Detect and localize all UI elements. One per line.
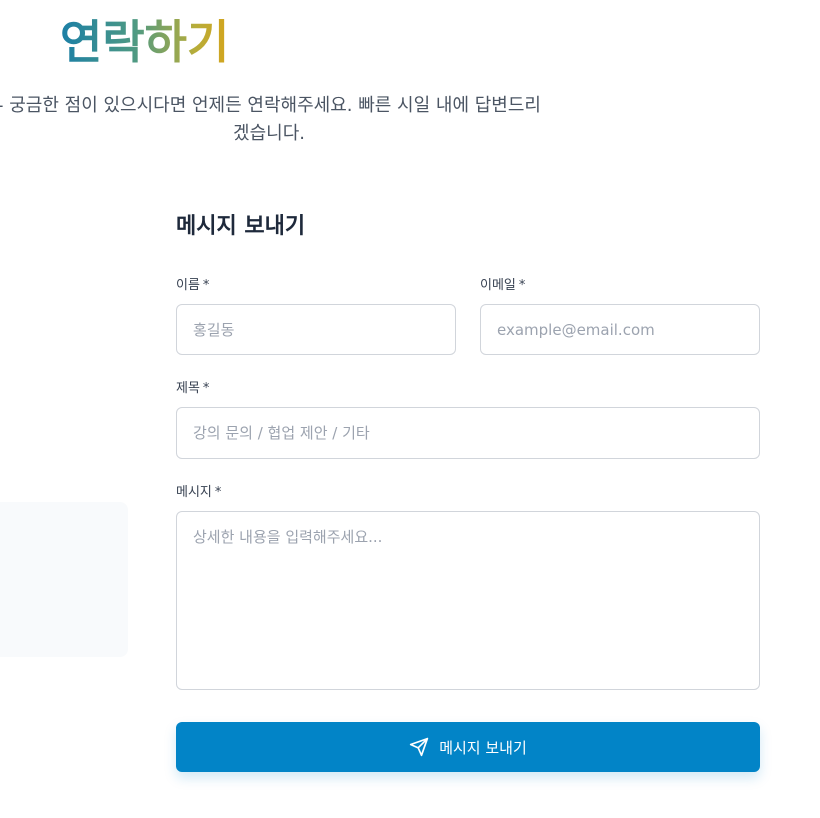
message-textarea[interactable] (176, 511, 760, 690)
intro-text: - 궁금한 점이 있으시다면 언제든 연락해주세요. 빠른 시일 내에 답변드리… (0, 95, 541, 144)
required-mark: * (202, 278, 210, 293)
send-button-label: 메시지 보내기 (439, 738, 527, 757)
required-mark: * (214, 485, 222, 500)
send-message-button[interactable]: 메시지 보내기 (176, 722, 760, 772)
send-icon (409, 737, 429, 757)
message-label: 메시지 * (176, 484, 221, 502)
subject-label-text: 제목 (176, 381, 200, 396)
name-input[interactable] (176, 304, 456, 355)
email-input[interactable] (480, 304, 760, 355)
form-title: 메시지 보내기 (176, 213, 306, 239)
required-mark: * (202, 381, 210, 396)
required-mark: * (518, 278, 526, 293)
name-label: 이름 * (176, 277, 209, 295)
email-label: 이메일 * (480, 277, 525, 295)
page-title: 연락하기 (60, 12, 229, 72)
name-label-text: 이름 (176, 278, 200, 293)
email-label-text: 이메일 (480, 278, 516, 293)
subject-label: 제목 * (176, 380, 209, 398)
subject-input[interactable] (176, 407, 760, 459)
side-info-card (0, 502, 128, 657)
message-label-text: 메시지 (176, 485, 212, 500)
